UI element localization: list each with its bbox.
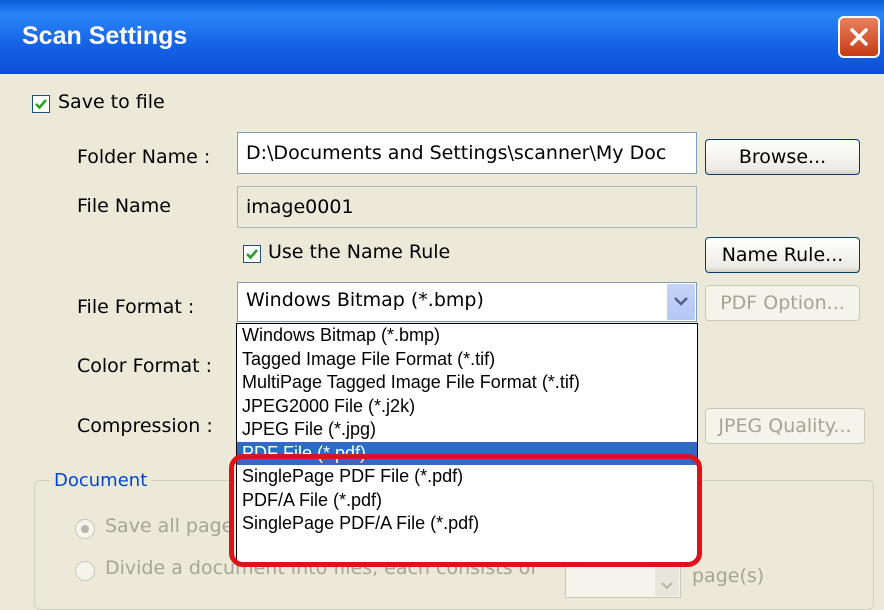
dropdown-arrow[interactable] [667, 284, 695, 320]
title-bar[interactable]: Scan Settings [0, 0, 884, 74]
chevron-down-icon [674, 297, 688, 306]
folder-name-input[interactable]: D:\Documents and Settings\scanner\My Doc [237, 132, 697, 174]
save-all-pages-radio[interactable] [75, 519, 95, 539]
use-name-rule-label: Use the Name Rule [268, 241, 451, 263]
name-rule-button[interactable]: Name Rule... [705, 237, 860, 273]
option-windows-bitmap[interactable]: Windows Bitmap (*.bmp) [237, 324, 697, 348]
pdf-options-highlight [229, 454, 702, 567]
spinner-buttons[interactable] [655, 566, 679, 596]
chevron-down-icon [661, 582, 673, 590]
file-name-field: image0001 [237, 186, 697, 228]
divide-document-radio[interactable] [75, 561, 95, 581]
option-jpeg2000[interactable]: JPEG2000 File (*.j2k) [237, 395, 697, 419]
save-all-pages-label: Save all page [105, 515, 234, 537]
close-icon [850, 28, 868, 46]
color-format-label: Color Format : [77, 355, 213, 377]
file-format-label: File Format : [77, 296, 195, 318]
scan-settings-dialog: Scan Settings Save to file Folder Name :… [0, 0, 884, 610]
checkmark-icon [246, 249, 258, 260]
compression-label: Compression : [77, 415, 213, 437]
checkmark-icon [35, 99, 47, 110]
option-multipage-tiff[interactable]: MultiPage Tagged Image File Format (*.ti… [237, 371, 697, 395]
file-format-selected: Windows Bitmap (*.bmp) [246, 289, 484, 311]
save-to-file-label: Save to file [58, 91, 165, 113]
option-tagged-image[interactable]: Tagged Image File Format (*.tif) [237, 348, 697, 372]
close-button[interactable] [838, 16, 880, 58]
save-to-file-checkbox[interactable] [32, 95, 50, 113]
use-name-rule-checkbox[interactable] [243, 245, 261, 263]
pages-suffix-label: page(s) [692, 565, 765, 587]
folder-name-label: Folder Name : [77, 146, 211, 168]
file-name-label: File Name [77, 195, 171, 217]
file-format-select[interactable]: Windows Bitmap (*.bmp) [237, 282, 697, 322]
option-jpeg[interactable]: JPEG File (*.jpg) [237, 418, 697, 442]
browse-button[interactable]: Browse... [705, 139, 860, 175]
document-group-label: Document [50, 470, 152, 491]
pdf-option-button[interactable]: PDF Option... [705, 285, 860, 321]
window-title: Scan Settings [22, 22, 188, 50]
jpeg-quality-button[interactable]: JPEG Quality... [705, 408, 865, 444]
pages-per-file-spinner[interactable] [565, 564, 681, 598]
